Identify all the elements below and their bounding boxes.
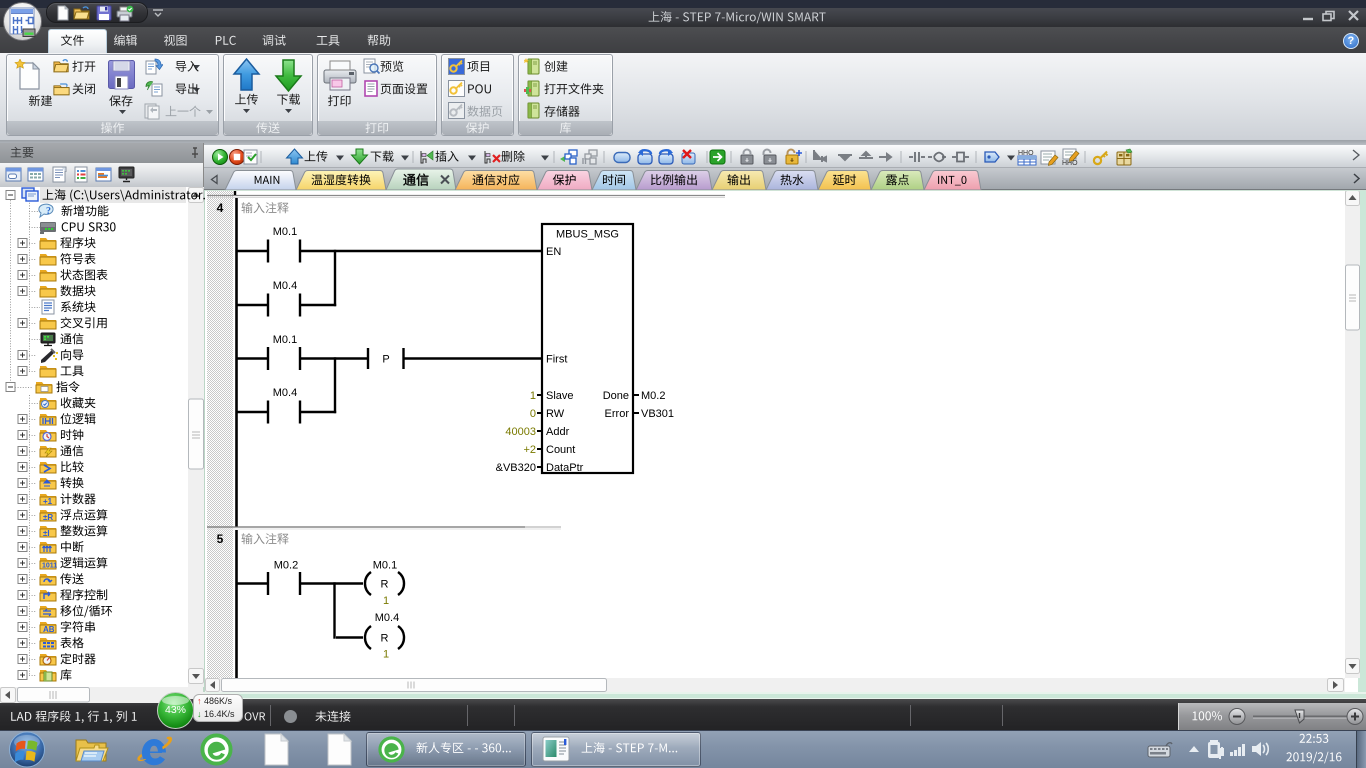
svg-text:1: 1: [530, 390, 536, 402]
svg-text:P: P: [382, 353, 389, 365]
svg-text:Done: Done: [603, 390, 629, 402]
svg-text:M0.2: M0.2: [274, 559, 298, 571]
svg-text:Count: Count: [546, 444, 575, 456]
svg-text:40003: 40003: [505, 426, 536, 438]
svg-text:First: First: [546, 353, 567, 365]
svg-text:MBUS_MSG: MBUS_MSG: [556, 228, 619, 240]
svg-text:M0.1: M0.1: [273, 226, 297, 238]
svg-text:±R: ±R: [43, 513, 53, 522]
svg-text:R: R: [381, 578, 389, 590]
svg-text:DataPtr: DataPtr: [546, 462, 584, 474]
svg-text:1011: 1011: [42, 563, 57, 570]
svg-text:M0.1: M0.1: [373, 559, 397, 571]
svg-text:Slave: Slave: [546, 390, 574, 402]
svg-text:M0.4: M0.4: [375, 612, 399, 624]
svg-text:+2: +2: [523, 444, 536, 456]
svg-text:M0.4: M0.4: [273, 387, 297, 399]
svg-text:?: ?: [46, 206, 51, 217]
svg-text:R: R: [381, 632, 389, 644]
svg-text:AB: AB: [43, 625, 55, 634]
svg-text:&VB320: &VB320: [496, 462, 536, 474]
svg-text:5: 5: [217, 532, 224, 546]
svg-text:RW: RW: [546, 408, 565, 420]
svg-text:0: 0: [530, 408, 536, 420]
svg-text:+1: +1: [43, 497, 53, 506]
svg-text:M0.1: M0.1: [273, 334, 297, 346]
svg-text:M0.2: M0.2: [641, 390, 665, 402]
svg-text:±I: ±I: [43, 529, 50, 538]
svg-text:1: 1: [383, 595, 389, 607]
svg-text:Addr: Addr: [546, 426, 570, 438]
svg-text:4: 4: [217, 201, 224, 215]
svg-text:Error: Error: [605, 408, 630, 420]
svg-text:1: 1: [383, 648, 389, 660]
svg-text:EN: EN: [546, 246, 561, 258]
svg-text:M0.4: M0.4: [273, 280, 297, 292]
svg-text:VB301: VB301: [641, 408, 674, 420]
